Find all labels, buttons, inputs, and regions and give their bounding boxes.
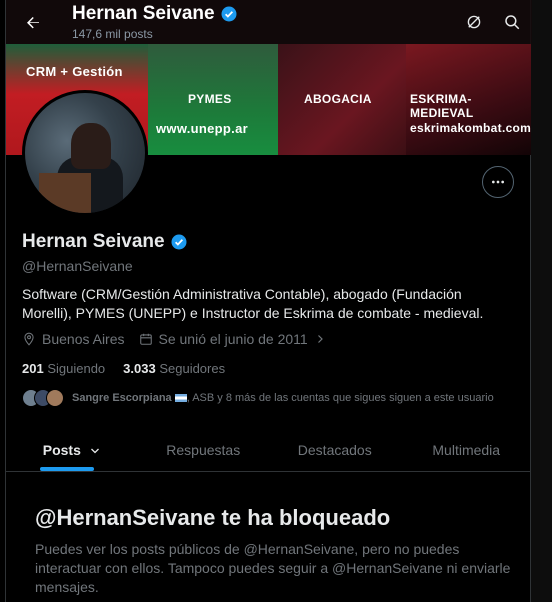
profile-handle: @HernanSeivane xyxy=(22,258,133,274)
calendar-icon xyxy=(139,333,152,345)
blocked-title: @HernanSeivane te ha bloqueado xyxy=(35,505,391,530)
profile-avatar[interactable] xyxy=(22,90,148,216)
argentina-flag-icon xyxy=(174,394,187,403)
avatar xyxy=(46,389,64,407)
posts-count: 147,6 mil posts xyxy=(72,27,153,41)
chevron-down-icon xyxy=(90,448,99,454)
following-link[interactable]: 201 Siguiendo xyxy=(22,361,105,376)
tab-highlights[interactable]: Destacados xyxy=(269,427,401,471)
banner-segment-pymes: PYMES www.unepp.ar xyxy=(148,44,278,155)
grok-icon xyxy=(467,15,481,29)
tab-posts[interactable]: Posts xyxy=(6,427,138,471)
more-dots-icon xyxy=(492,180,504,184)
top-bar: Hernan Seivane 147,6 mil posts xyxy=(6,0,532,44)
followers-link[interactable]: 3.033 Seguidores xyxy=(123,361,225,376)
profile-tabs: Posts Respuestas Destacados Multimedia xyxy=(6,427,532,472)
scrollbar[interactable] xyxy=(531,0,552,602)
arrow-left-icon xyxy=(27,17,39,29)
tab-replies[interactable]: Respuestas xyxy=(138,427,270,471)
banner-segment-eskrima: ESKRIMA-MEDIEVAL eskrimakombat.com xyxy=(406,44,532,155)
verified-badge-icon xyxy=(171,234,187,250)
joined-date[interactable]: Se unió el junio de 2011 xyxy=(139,331,326,347)
more-options-button[interactable] xyxy=(482,166,514,198)
verified-badge-icon xyxy=(221,6,237,22)
profile-bio: Software (CRM/Gestión Administrativa Con… xyxy=(22,286,484,321)
followers-you-know[interactable]: Sangre Escorpiana , ASB y 8 más de las c… xyxy=(22,389,494,407)
search-icon xyxy=(505,15,520,30)
search-button[interactable] xyxy=(498,8,526,36)
tab-media[interactable]: Multimedia xyxy=(401,427,533,471)
follow-stats: 201 Siguiendo 3.033 Seguidores xyxy=(22,361,225,376)
profile-column: Hernan Seivane 147,6 mil posts CRM + Ges… xyxy=(5,0,532,602)
location-pin-icon xyxy=(24,332,34,346)
blocked-message: Puedes ver los posts públicos de @Hernan… xyxy=(35,541,511,595)
header-name: Hernan Seivane xyxy=(72,3,238,25)
profile-name: Hernan Seivane xyxy=(22,231,188,253)
location: Buenos Aires xyxy=(22,331,125,347)
profile-meta: Buenos Aires Se unió el junio de 2011 xyxy=(22,331,326,347)
banner-segment-abogacia: ABOGACIA xyxy=(278,44,406,155)
grok-button[interactable] xyxy=(460,8,488,36)
chevron-right-icon xyxy=(317,335,323,343)
back-button[interactable] xyxy=(18,8,48,38)
